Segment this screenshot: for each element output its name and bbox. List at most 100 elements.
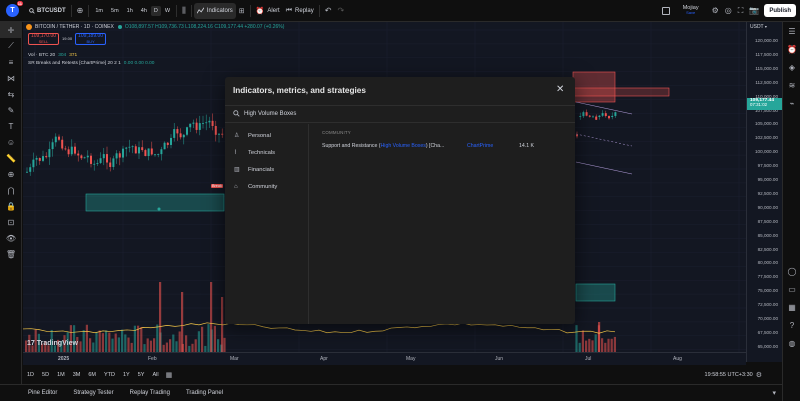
trend-line-tool[interactable]: ⟋ xyxy=(0,38,22,54)
compare-button[interactable]: ⊕ xyxy=(74,0,87,22)
sell-button[interactable]: 109,170.00 SELL xyxy=(28,33,60,45)
forecast-tool[interactable]: ⇆ xyxy=(0,86,22,102)
calendar-goto-icon[interactable]: ▦ xyxy=(166,371,173,379)
magnet-tool[interactable]: ⋂ xyxy=(0,182,22,198)
fullscreen-button[interactable]: ⛶ xyxy=(735,0,747,22)
timeframe-1y[interactable]: 1Y xyxy=(119,372,134,378)
watchlist-button[interactable]: ☰ xyxy=(783,22,800,40)
replay-button[interactable]: ⏮ Replay xyxy=(283,0,317,22)
text-tool[interactable]: T xyxy=(0,118,22,134)
indicators-button[interactable]: Indicators xyxy=(193,2,236,19)
timeframe-all[interactable]: All xyxy=(148,372,162,378)
data-window-button[interactable]: ≋ xyxy=(783,76,800,94)
interval-1h[interactable]: 1h xyxy=(123,8,137,14)
bottom-tab-trading-panel[interactable]: Trading Panel xyxy=(178,390,231,396)
snapshot-button[interactable]: 📷 xyxy=(746,0,762,22)
volume-bar xyxy=(146,338,149,352)
result-author[interactable]: ChartPrime xyxy=(467,143,519,149)
bar-style-button[interactable]: ⫼ xyxy=(179,0,189,22)
bottom-tab-pine-editor[interactable]: Pine Editor xyxy=(20,390,65,396)
category-financials[interactable]: ▥ Financials xyxy=(225,161,308,178)
search-bar[interactable]: High Volume Boxes xyxy=(225,105,575,123)
result-row[interactable]: Support and Resistance (High Volume Boxe… xyxy=(310,138,575,154)
interval-w[interactable]: W xyxy=(161,8,174,14)
lock-tool[interactable]: 🔒 xyxy=(0,198,22,214)
zoom-tool[interactable]: ⊕ xyxy=(0,166,22,182)
help-icon: ? xyxy=(789,320,795,330)
indicator-legend[interactable]: SR Breaks and Retests [ChartPrime] 20 2 … xyxy=(28,61,154,66)
price-axis[interactable]: USDT ▾ 120,000.00 117,500.00 115,000.00 112… xyxy=(746,22,783,362)
help-button[interactable]: ? xyxy=(783,316,800,334)
search-input[interactable]: High Volume Boxes xyxy=(244,111,296,117)
candle-body xyxy=(32,159,35,168)
settings-button[interactable]: ⚙ xyxy=(709,0,722,22)
panel-collapse-icon[interactable]: ▾ xyxy=(772,389,776,397)
price-tick-label: 75,000.00 xyxy=(757,288,778,294)
pattern-tool[interactable]: ⋈ xyxy=(0,70,22,86)
interval-4h[interactable]: 4h xyxy=(137,8,151,14)
undo-button[interactable]: ↶ xyxy=(322,0,335,22)
chart-settings-icon[interactable]: ⚙ xyxy=(756,371,762,379)
timeframe-6m[interactable]: 6M xyxy=(84,372,100,378)
symbol-name: BTCUSDT xyxy=(37,7,66,14)
lock-drawings-tool[interactable]: ⊡ xyxy=(0,214,22,230)
interval-d[interactable]: D xyxy=(150,5,161,16)
ideas-button[interactable]: ◯ xyxy=(783,262,800,280)
candle-body xyxy=(93,163,96,165)
volume-bar xyxy=(575,325,578,352)
volume-bar xyxy=(82,330,85,352)
close-button[interactable]: ✕ xyxy=(556,84,564,95)
hide-tool[interactable]: 👁 xyxy=(0,230,22,246)
fib-tool[interactable]: ≡ xyxy=(0,54,22,70)
avatar[interactable]: T 11 xyxy=(6,1,23,17)
object-tree-button[interactable]: ◈ xyxy=(783,58,800,76)
clock-display[interactable]: 19:58:55 UTC+3:30 xyxy=(705,372,753,378)
notifications-button[interactable]: ◍ xyxy=(783,334,800,352)
brush-tool[interactable]: ✎ xyxy=(0,102,22,118)
category-technicals[interactable]: ⌇ Technicals xyxy=(225,144,308,161)
bottom-tab-list: Pine Editor Strategy Tester Replay Trading… xyxy=(20,390,231,396)
bottom-tab-replay-trading[interactable]: Replay Trading xyxy=(122,390,178,396)
layout-checkbox[interactable] xyxy=(659,0,673,22)
symbol-search[interactable]: BTCUSDT xyxy=(26,0,69,22)
search-icon xyxy=(29,7,35,14)
currency-selector[interactable]: USDT ▾ xyxy=(750,24,767,30)
candle-body xyxy=(109,162,112,167)
timeframe-1m[interactable]: 1M xyxy=(53,372,69,378)
chat-button[interactable]: ▭ xyxy=(783,280,800,298)
bottom-tab-strategy-tester[interactable]: Strategy Tester xyxy=(65,390,121,396)
time-axis[interactable]: 2025 Feb Mar Apr May Jun Jul Aug xyxy=(23,352,746,365)
calendar-button[interactable]: ▦ xyxy=(783,298,800,316)
interval-5m[interactable]: 5m xyxy=(107,8,123,14)
interval-1m[interactable]: 1m xyxy=(91,8,107,14)
right-sidebar: ☰ ⏰ ◈ ≋ ⌁ ◯ ▭ ▦ ? ◍ xyxy=(782,22,800,401)
user-layout-button[interactable]: Mojiay Save xyxy=(673,0,709,22)
volume-legend[interactable]: Vol · BTC 20 304 371 xyxy=(28,53,77,58)
hotlists-button[interactable]: ⌁ xyxy=(783,94,800,112)
category-personal[interactable]: ♙ Personal xyxy=(225,127,308,144)
notification-badge: 11 xyxy=(16,1,23,6)
publish-button[interactable]: Publish xyxy=(764,4,796,17)
candle-body xyxy=(166,142,169,145)
timeframe-3m[interactable]: 3M xyxy=(69,372,85,378)
alert-button[interactable]: ⏰ Alert xyxy=(253,0,283,22)
redo-button[interactable]: ↷ xyxy=(334,0,347,22)
user-save-status: Save xyxy=(686,10,696,16)
category-community[interactable]: ⌂ Community xyxy=(225,178,308,195)
timeframe-5d[interactable]: 5D xyxy=(38,372,53,378)
icon-tool[interactable]: ☺ xyxy=(0,134,22,150)
logo-avatar[interactable]: T 11 xyxy=(0,0,23,22)
crosshair-tool[interactable]: ✛ xyxy=(0,22,22,38)
alerts-button[interactable]: ⏰ xyxy=(783,40,800,58)
volume-bar xyxy=(578,342,581,352)
measure-tool[interactable]: 📏 xyxy=(0,150,22,166)
timeframe-ytd[interactable]: YTD xyxy=(100,372,119,378)
delete-tool[interactable]: 🗑 xyxy=(0,246,22,262)
candle-body xyxy=(86,155,89,158)
timeframe-bar: 1D 5D 1M 3M 6M YTD 1Y 5Y All ▦ 19:58:55 UTC+3:30… xyxy=(23,366,782,383)
timeframe-1d[interactable]: 1D xyxy=(23,372,38,378)
buy-button[interactable]: 109,189.00 BUY xyxy=(75,33,107,45)
templates-button[interactable]: ⊞ xyxy=(236,0,248,22)
quick-search-button[interactable]: ◎ xyxy=(722,0,735,22)
timeframe-5y[interactable]: 5Y xyxy=(134,372,149,378)
